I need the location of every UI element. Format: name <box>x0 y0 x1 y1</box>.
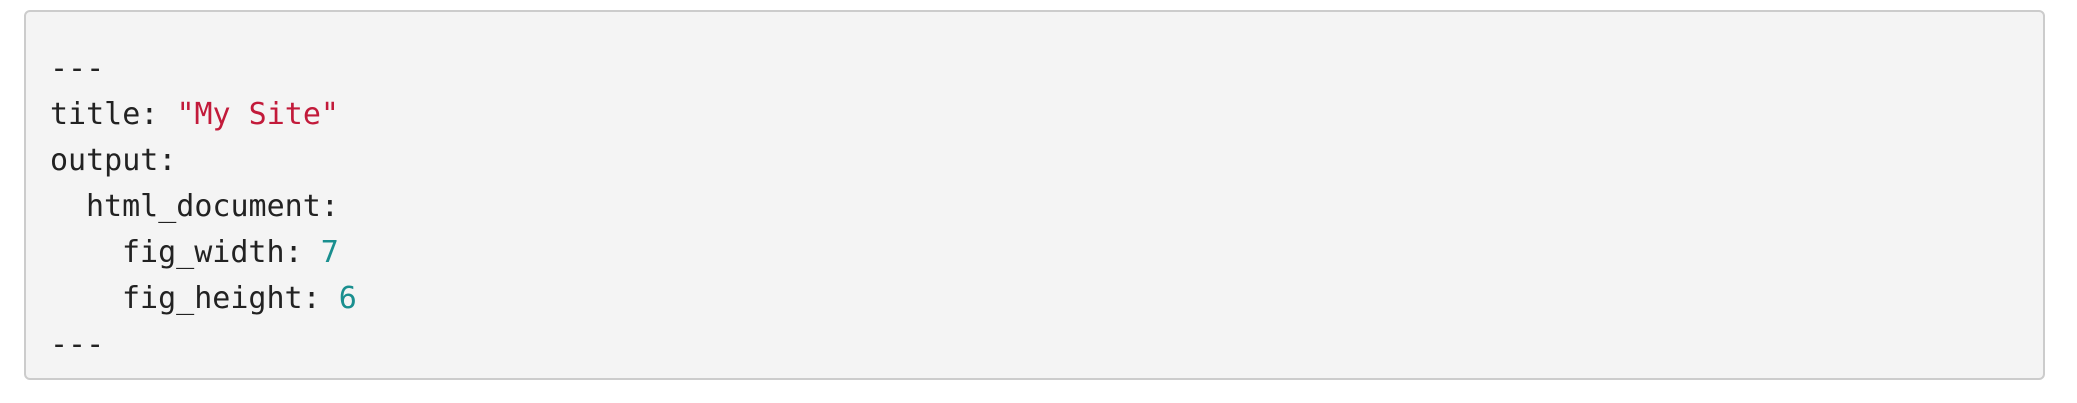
yaml-separator: : <box>284 235 321 270</box>
yaml-key: title <box>50 97 141 132</box>
yaml-delimiter-end: --- <box>50 322 2019 368</box>
yaml-line-fig-width: fig_width: 7 <box>50 230 2019 276</box>
yaml-line-output: output: <box>50 138 2019 184</box>
yaml-separator: : <box>320 189 339 224</box>
yaml-line-title: title: "My Site" <box>50 92 2019 138</box>
yaml-delimiter-start: --- <box>50 46 2019 92</box>
yaml-line-fig-height: fig_height: 6 <box>50 276 2019 322</box>
yaml-line-html-document: html_document: <box>50 184 2019 230</box>
yaml-string-value: "My Site" <box>176 97 339 132</box>
yaml-key: html_document <box>86 189 321 224</box>
yaml-key: output <box>50 143 159 178</box>
yaml-separator: : <box>302 281 339 316</box>
yaml-separator: : <box>140 97 177 132</box>
yaml-number-value: 7 <box>320 235 339 270</box>
delimiter-text: --- <box>50 51 105 86</box>
yaml-number-value: 6 <box>338 281 357 316</box>
code-block: --- title: "My Site" output: html_docume… <box>24 10 2045 380</box>
delimiter-text: --- <box>50 327 105 362</box>
page: --- title: "My Site" output: html_docume… <box>0 0 2077 403</box>
yaml-key: fig_height <box>122 281 303 316</box>
yaml-key: fig_width <box>122 235 285 270</box>
yaml-separator: : <box>158 143 177 178</box>
